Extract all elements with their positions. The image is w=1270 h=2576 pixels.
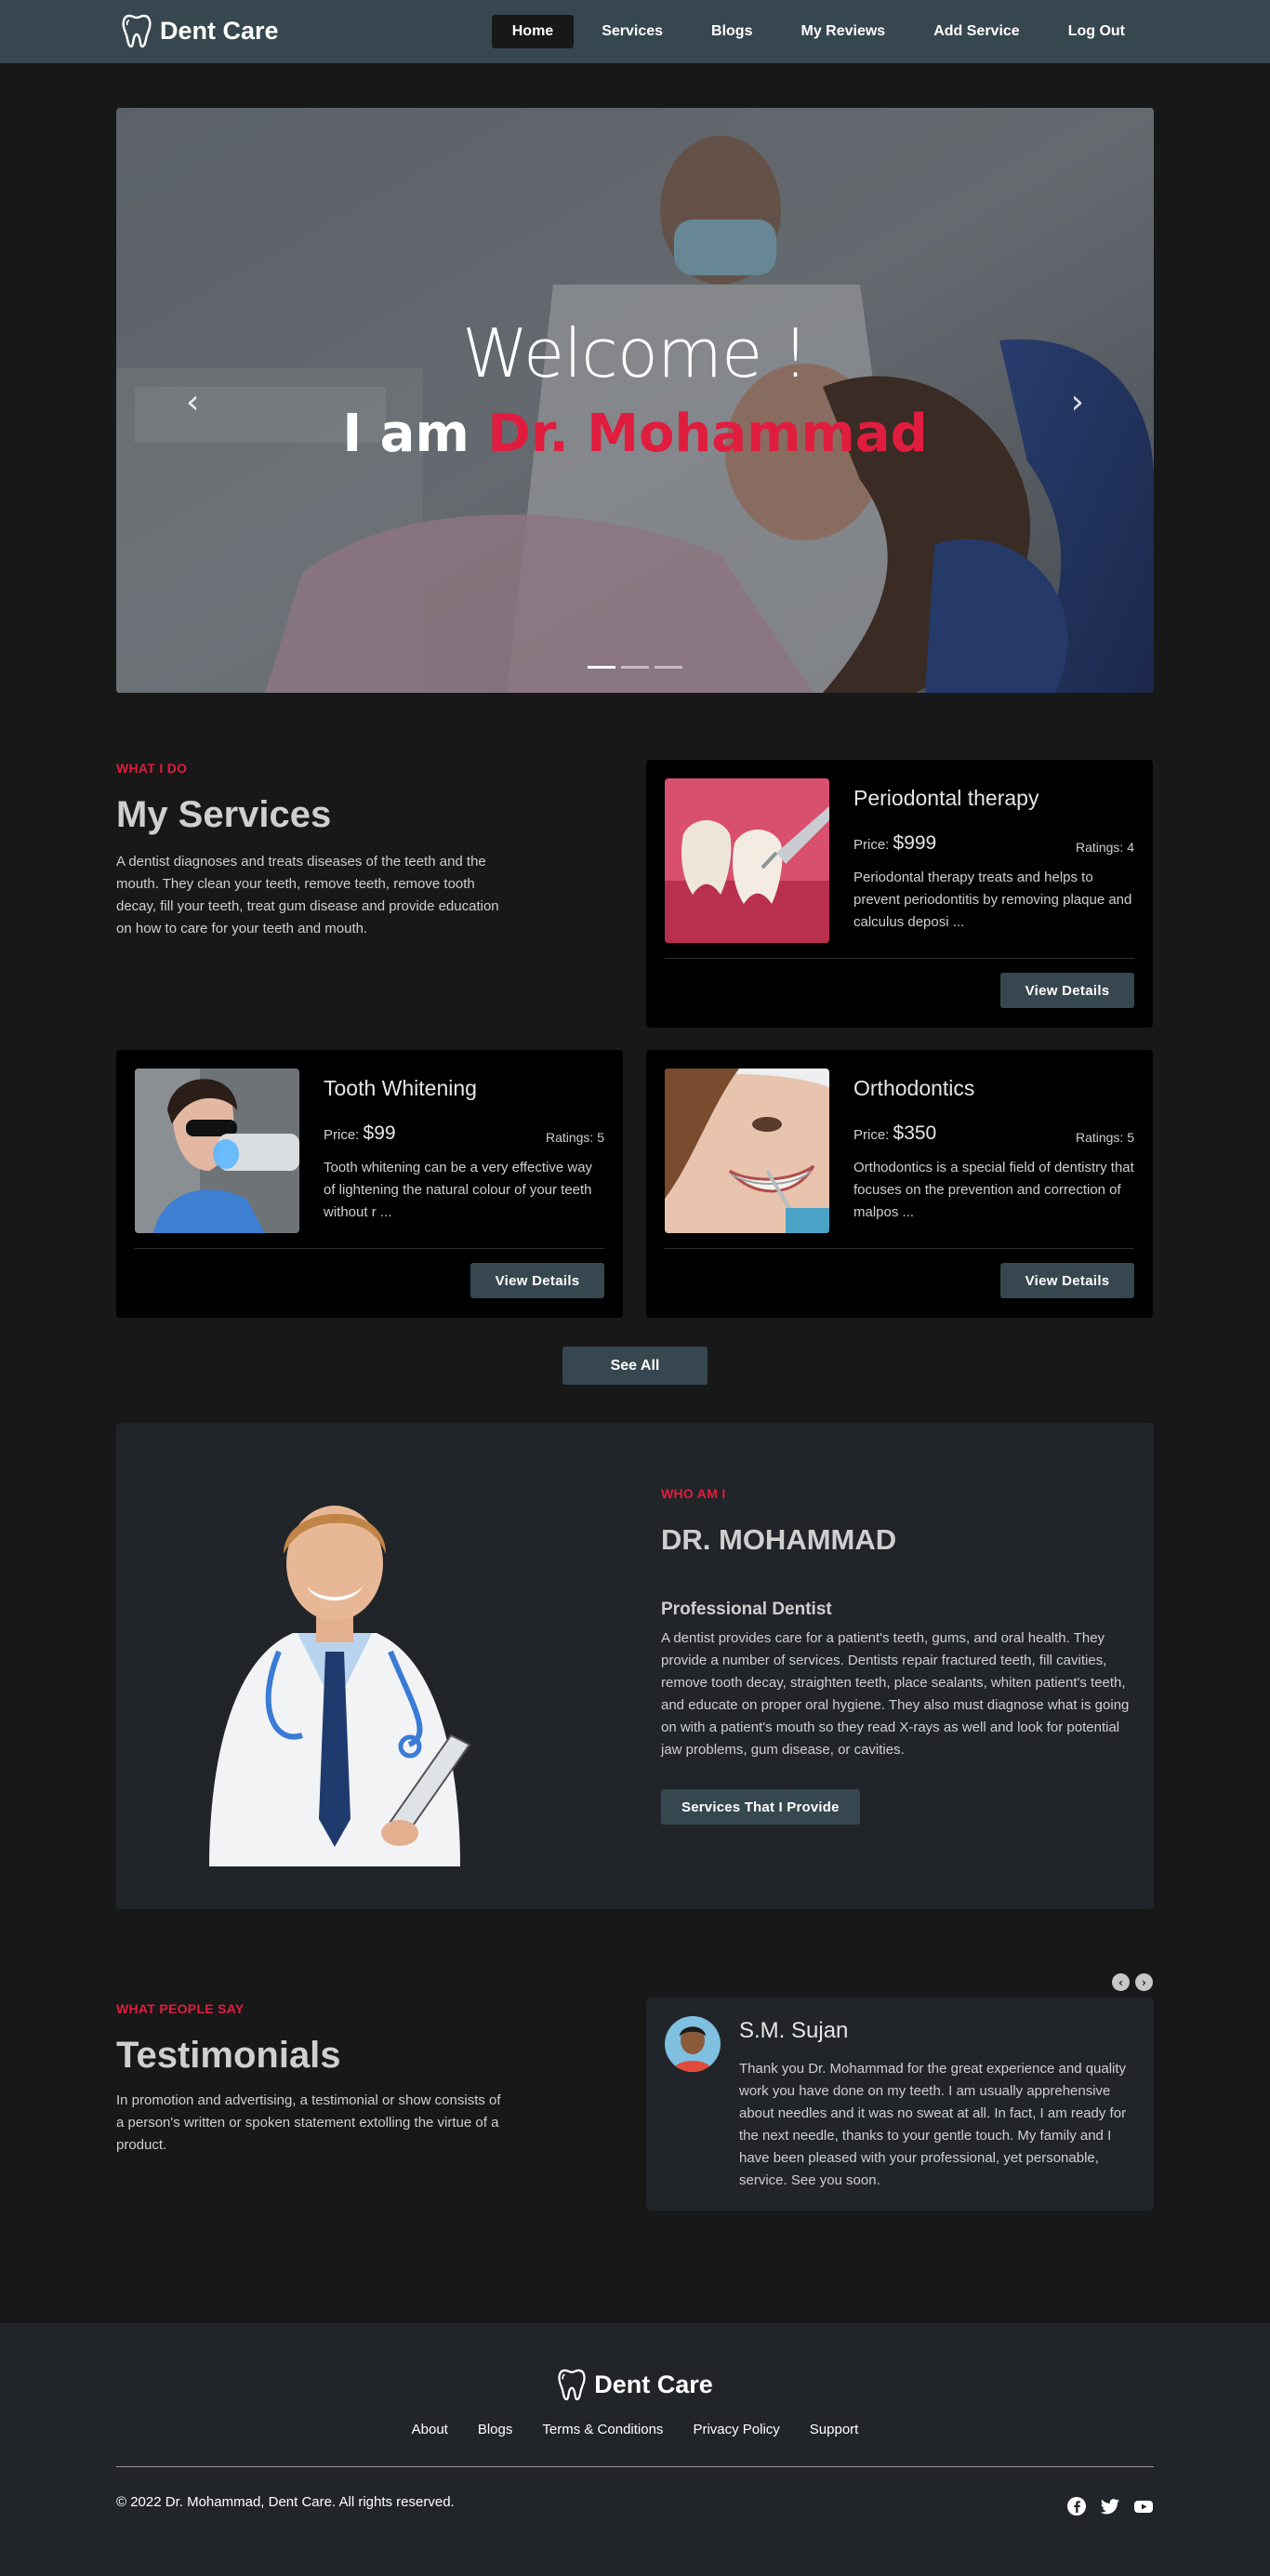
view-details-button[interactable]: View Details: [1000, 973, 1134, 1008]
chevron-right-icon[interactable]: ›: [1071, 383, 1084, 421]
testimonials-title: Testimonials: [116, 2035, 341, 2076]
service-rating: Ratings: 4: [1075, 840, 1134, 855]
doctor-portrait: [209, 1506, 471, 1866]
service-description: Orthodontics is a special field of denti…: [853, 1160, 1134, 1220]
testimonial-slider-controls: ‹ ›: [1112, 1973, 1153, 1991]
facebook-icon[interactable]: [1066, 2496, 1087, 2516]
hero-carousel: Welcome ! I am Dr. Mohammad ‹ ›: [116, 108, 1154, 693]
service-price: Price: $99: [324, 1122, 396, 1145]
footer-link-support[interactable]: Support: [810, 2422, 859, 2437]
testimonial-quote: Thank you Dr. Mohammad for the great exp…: [739, 2061, 1127, 2188]
nav-blogs[interactable]: Blogs: [691, 15, 773, 48]
chevron-left-icon[interactable]: ‹: [186, 383, 199, 421]
carousel-indicator[interactable]: [621, 666, 649, 669]
services-that-i-provide-button[interactable]: Services That I Provide: [661, 1789, 860, 1825]
testimonials-intro: WHAT PEOPLE SAY Testimonials In promotio…: [116, 2001, 507, 2157]
see-all-button[interactable]: See All: [562, 1347, 708, 1385]
tooth-icon: [558, 2369, 586, 2401]
card-divider: [665, 958, 1134, 959]
footer-link-blogs[interactable]: Blogs: [478, 2422, 513, 2437]
footer-divider: [116, 2466, 1154, 2467]
youtube-icon[interactable]: [1133, 2496, 1154, 2516]
orthodontics-image: [665, 1069, 829, 1233]
twitter-icon[interactable]: [1100, 2496, 1120, 2516]
hero-headline: I am Dr. Mohammad: [116, 404, 1154, 464]
social-links: [1066, 2496, 1154, 2516]
card-divider: [135, 1248, 604, 1249]
testimonial-card: S.M. Sujan Thank you Dr. Mohammad for th…: [646, 1998, 1154, 2211]
avatar: [665, 2016, 721, 2072]
service-card: Tooth Whitening Price: $99 Ratings: 5 To…: [116, 1050, 623, 1318]
nav-services[interactable]: Services: [581, 15, 683, 48]
service-card: Periodontal therapy Price: $999 Ratings:…: [646, 760, 1153, 1028]
nav-log-out[interactable]: Log Out: [1048, 15, 1145, 48]
service-description: Tooth whitening can be a very effective …: [324, 1160, 593, 1220]
about-section: WHO AM I DR. MOHAMMAD Professional Denti…: [116, 1423, 1154, 1909]
testimonials-kicker: WHAT PEOPLE SAY: [116, 2001, 245, 2016]
nav-add-service[interactable]: Add Service: [913, 15, 1039, 48]
footer-link-terms[interactable]: Terms & Conditions: [542, 2422, 663, 2437]
price-label: Price:: [324, 1127, 360, 1143]
service-description: Periodontal therapy treats and helps to …: [853, 870, 1132, 930]
nav-home[interactable]: Home: [491, 15, 575, 48]
hero-iam: I am: [342, 404, 470, 464]
hero-doctor-name: Dr. Mohammad: [487, 404, 928, 464]
about-kicker: WHO AM I: [661, 1486, 726, 1501]
periodontal-image: [665, 778, 829, 943]
tooth-icon: [122, 14, 152, 48]
footer-link-privacy[interactable]: Privacy Policy: [693, 2422, 779, 2437]
service-title: Tooth Whitening: [324, 1076, 477, 1100]
testimonials-description: In promotion and advertising, a testimon…: [116, 2092, 501, 2153]
service-rating: Ratings: 5: [545, 1130, 604, 1145]
services-intro: WHAT I DO My Services A dentist diagnose…: [116, 761, 507, 940]
chevron-left-icon[interactable]: ‹: [1112, 1973, 1130, 1991]
service-price: Price: $999: [853, 832, 936, 855]
hero-overlay: [116, 108, 1154, 693]
services-description: A dentist diagnoses and treats diseases …: [116, 854, 499, 936]
card-divider: [665, 1248, 1134, 1249]
brand-name: Dent Care: [160, 16, 279, 45]
copyright: © 2022 Dr. Mohammad, Dent Care. All righ…: [116, 2494, 455, 2510]
footer: Dent Care About Blogs Terms & Conditions…: [0, 2323, 1270, 2576]
service-title: Periodontal therapy: [853, 786, 1039, 810]
hero-welcome: Welcome !: [461, 314, 809, 392]
view-details-button[interactable]: View Details: [470, 1263, 604, 1298]
carousel-indicator[interactable]: [588, 666, 615, 669]
price-label: Price:: [853, 837, 890, 853]
services-kicker: WHAT I DO: [116, 761, 188, 776]
carousel-indicator[interactable]: [655, 666, 682, 669]
footer-links: About Blogs Terms & Conditions Privacy P…: [0, 2422, 1270, 2437]
about-title: DR. MOHAMMAD: [661, 1523, 897, 1556]
carousel-indicators: [588, 666, 682, 669]
footer-brand[interactable]: Dent Care: [0, 2368, 1270, 2401]
price-label: Price:: [853, 1127, 890, 1143]
service-card: Orthodontics Price: $350 Ratings: 5 Orth…: [646, 1050, 1153, 1318]
tooth-whitening-image: [135, 1069, 299, 1233]
chevron-right-icon[interactable]: ›: [1135, 1973, 1153, 1991]
about-text: WHO AM I DR. MOHAMMAD Professional Denti…: [661, 1486, 1135, 1825]
footer-brand-name: Dent Care: [594, 2370, 713, 2398]
service-price: Price: $350: [853, 1122, 936, 1145]
brand-logo[interactable]: Dent Care: [121, 13, 279, 48]
nav-my-reviews[interactable]: My Reviews: [780, 15, 906, 48]
services-title: My Services: [116, 794, 332, 835]
price-value: $99: [363, 1122, 396, 1144]
price-value: $999: [893, 832, 937, 854]
about-description: A dentist provides care for a patient's …: [661, 1630, 1130, 1758]
view-details-button[interactable]: View Details: [1000, 1263, 1134, 1298]
about-subtitle: Professional Dentist: [661, 1600, 832, 1619]
testimonial-name: S.M. Sujan: [739, 2018, 849, 2043]
price-value: $350: [893, 1122, 937, 1144]
service-rating: Ratings: 5: [1075, 1130, 1134, 1145]
service-title: Orthodontics: [853, 1076, 975, 1100]
navbar: Dent Care Home Services Blogs My Reviews…: [0, 0, 1270, 63]
footer-link-about[interactable]: About: [412, 2422, 448, 2437]
nav-links: Home Services Blogs My Reviews Add Servi…: [491, 15, 1145, 48]
